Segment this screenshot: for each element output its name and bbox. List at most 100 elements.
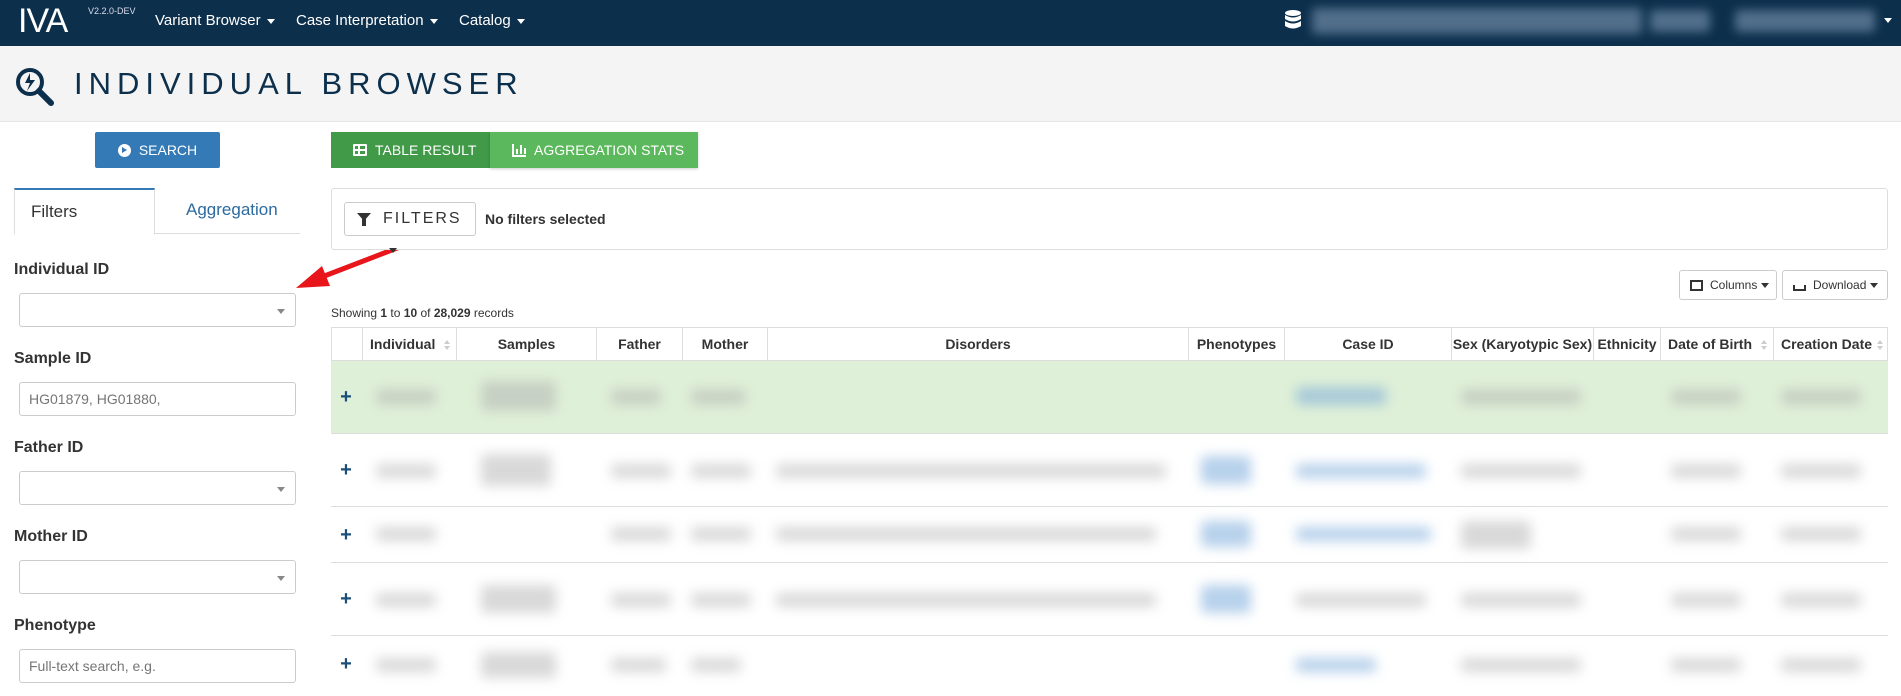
download-button-label: Download <box>1813 278 1867 292</box>
chevron-down-icon[interactable] <box>1884 18 1892 23</box>
sample-id-input[interactable] <box>19 382 296 416</box>
creation-date-cell-redacted <box>1781 389 1861 405</box>
father-cell-redacted <box>611 658 666 672</box>
nav-redacted-item[interactable] <box>1650 10 1710 32</box>
expand-row-button[interactable]: + <box>331 636 361 696</box>
phenotype-label: Phenotype <box>14 617 96 634</box>
column-header-phenotypes[interactable]: Phenotypes <box>1188 328 1284 362</box>
table-row[interactable]: + <box>331 361 1888 434</box>
nav-variant-browser[interactable]: Variant Browser <box>155 12 275 29</box>
sex-cell-redacted <box>1461 658 1581 672</box>
mother-cell-redacted <box>691 389 746 405</box>
dob-cell-redacted <box>1671 389 1741 405</box>
columns-button[interactable]: Columns <box>1679 270 1777 300</box>
active-filters-panel: FILTERS No filters selected <box>331 188 1888 254</box>
user-menu-redacted[interactable] <box>1735 10 1875 32</box>
app-logo[interactable]: IVA <box>18 4 68 38</box>
disorders-cell-redacted <box>776 593 1156 607</box>
father-id-select[interactable] <box>19 471 296 505</box>
columns-icon <box>1690 280 1703 291</box>
app-version: V2.2.0-DEV <box>88 6 136 16</box>
sex-cell-redacted <box>1461 521 1531 549</box>
column-header-individual[interactable]: Individual <box>362 328 456 362</box>
creation-date-cell-redacted <box>1781 527 1861 541</box>
disorders-cell-redacted <box>776 527 1156 541</box>
nav-case-interpretation[interactable]: Case Interpretation <box>296 12 438 29</box>
aggregation-stats-button[interactable]: AGGREGATION STATS <box>490 132 698 168</box>
project-selector-redacted[interactable] <box>1312 8 1642 34</box>
nav-catalog[interactable]: Catalog <box>459 12 525 29</box>
column-header-disorders[interactable]: Disorders <box>767 328 1188 362</box>
case-id-cell-redacted <box>1296 658 1376 672</box>
phenotypes-cell-redacted <box>1201 456 1251 484</box>
table-row[interactable]: + <box>331 507 1888 563</box>
table-row[interactable]: + <box>331 563 1888 636</box>
mother-id-select[interactable] <box>19 560 296 594</box>
column-header-mother[interactable]: Mother <box>682 328 767 362</box>
search-button[interactable]: SEARCH <box>95 132 220 168</box>
phenotype-input[interactable] <box>19 649 296 683</box>
records-count-text: Showing 1 to 10 of 28,029 records <box>331 306 514 320</box>
table-icon <box>353 144 367 156</box>
database-icon[interactable] <box>1284 9 1302 31</box>
samples-cell-redacted <box>481 652 556 678</box>
aggregation-stats-label: AGGREGATION STATS <box>534 142 685 158</box>
dob-cell-redacted <box>1671 593 1741 607</box>
case-id-cell-redacted <box>1296 593 1426 607</box>
individual-id-select[interactable] <box>19 293 296 327</box>
dob-cell-redacted <box>1671 464 1741 478</box>
column-header-case-id[interactable]: Case ID <box>1284 328 1451 362</box>
dob-cell-redacted <box>1671 527 1741 541</box>
phenotypes-cell-redacted <box>1201 521 1251 547</box>
expand-row-button[interactable]: + <box>331 507 361 562</box>
sample-id-label: Sample ID <box>14 350 92 367</box>
expand-row-button[interactable]: + <box>331 361 361 433</box>
column-header-ethnicity[interactable]: Ethnicity <box>1593 328 1660 362</box>
table-row[interactable]: + <box>331 434 1888 507</box>
table-row[interactable]: + <box>331 636 1888 696</box>
column-header-creation-date-label: Creation Date <box>1781 336 1873 352</box>
page-title: INDIVIDUAL BROWSER <box>74 66 524 101</box>
tab-filters[interactable]: Filters <box>14 188 155 235</box>
download-icon <box>1793 285 1806 291</box>
table-header-row: Individual Samples Father Mother Disorde… <box>331 327 1889 362</box>
column-header-samples[interactable]: Samples <box>456 328 596 362</box>
sex-cell-redacted <box>1461 389 1581 405</box>
filters-dropdown-label: FILTERS <box>383 210 462 227</box>
samples-cell-redacted <box>481 381 556 411</box>
sort-icon <box>444 340 450 350</box>
filters-dropdown-button[interactable]: FILTERS <box>344 202 476 254</box>
columns-button-label: Columns <box>1710 278 1758 292</box>
individual-cell-redacted <box>376 464 436 478</box>
column-header-creation-date[interactable]: Creation Date <box>1773 328 1889 362</box>
dob-cell-redacted <box>1671 658 1741 672</box>
expand-row-button[interactable]: + <box>331 434 361 506</box>
individual-cell-redacted <box>376 527 436 541</box>
column-header-father[interactable]: Father <box>596 328 682 362</box>
father-cell-redacted <box>611 593 671 607</box>
column-header-date-of-birth[interactable]: Date of Birth <box>1660 328 1773 362</box>
arrow-circle-right-icon <box>117 144 131 157</box>
mother-cell-redacted <box>691 593 751 607</box>
download-button[interactable]: Download <box>1782 270 1888 300</box>
column-header-sex[interactable]: Sex (Karyotypic Sex) <box>1451 328 1593 362</box>
chevron-down-icon <box>277 487 285 492</box>
chevron-down-icon <box>277 576 285 581</box>
table-result-button[interactable]: TABLE RESULT <box>331 132 490 168</box>
tab-aggregation[interactable]: Aggregation <box>170 188 294 235</box>
showing-to-word: to <box>390 306 401 320</box>
showing-suffix: records <box>473 306 514 320</box>
case-id-cell-redacted <box>1296 527 1431 541</box>
sidebar-tabs: Filters Aggregation <box>14 188 300 235</box>
mother-cell-redacted <box>691 464 751 478</box>
search-button-label: SEARCH <box>138 142 198 158</box>
chart-icon <box>512 144 526 157</box>
showing-from: 1 <box>380 306 388 320</box>
individual-cell-redacted <box>376 658 436 672</box>
expand-row-button[interactable]: + <box>331 563 361 635</box>
father-cell-redacted <box>611 527 671 541</box>
sort-icon <box>1877 340 1883 350</box>
sex-cell-redacted <box>1461 464 1581 478</box>
chevron-down-icon <box>277 309 285 314</box>
individual-id-label: Individual ID <box>14 261 110 278</box>
